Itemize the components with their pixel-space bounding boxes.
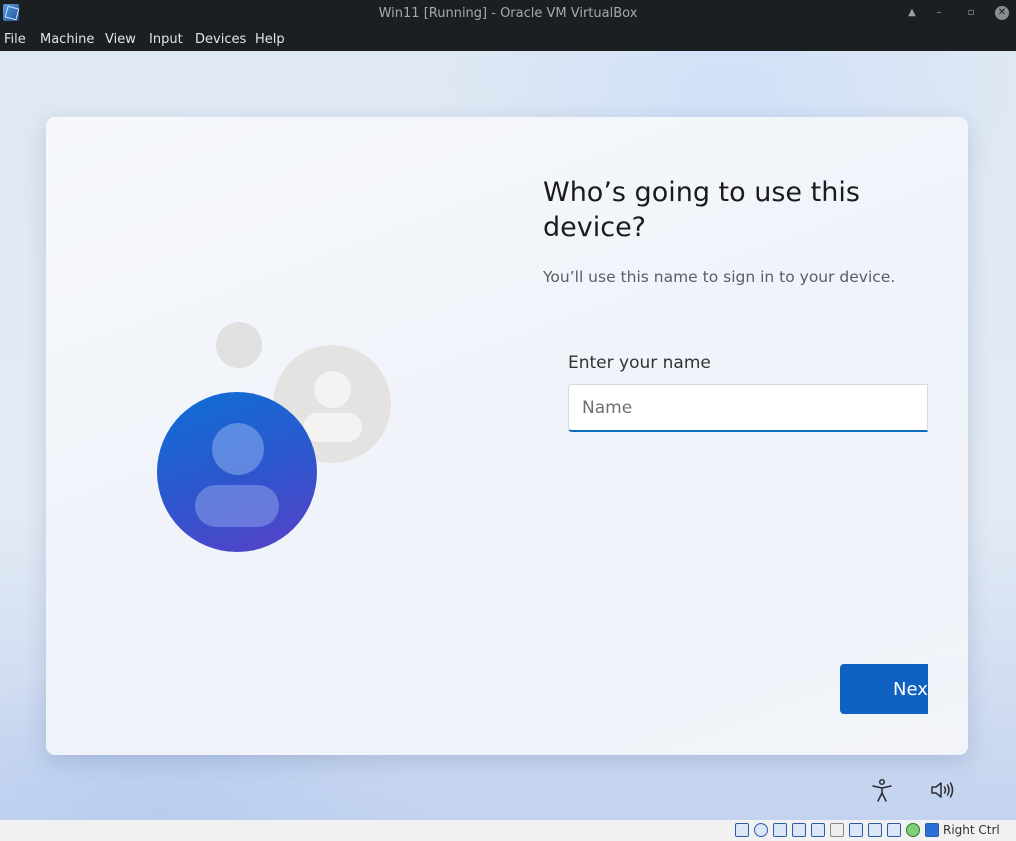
close-button[interactable]: ✕ [995,6,1009,20]
menu-input[interactable]: Input [149,32,183,47]
blue-avatar-icon [157,392,317,552]
name-field-label: Enter your name [568,353,711,373]
menu-bar: File Machine View Input Devices Help [0,27,1016,51]
eject-icon[interactable]: ▲ [904,5,920,21]
menu-machine[interactable]: Machine [40,32,94,47]
hard-disk-icon[interactable] [735,823,749,837]
network-icon[interactable] [792,823,806,837]
usb-icon[interactable] [811,823,825,837]
menu-view[interactable]: View [105,32,136,47]
window-title: Win11 [Running] - Oracle VM VirtualBox [378,6,638,21]
optical-drive-icon[interactable] [754,823,768,837]
display-icon[interactable] [849,823,863,837]
minimize-button[interactable]: – [931,5,947,21]
shared-folders-icon[interactable] [830,823,844,837]
page-title: Who’s going to use this device? [543,177,860,243]
name-input[interactable] [568,384,928,432]
guest-display[interactable]: Who’s going to use this device? You’ll u… [0,51,1016,820]
next-button[interactable]: Next [840,664,940,714]
vt-x-icon[interactable] [887,823,901,837]
restore-button[interactable]: ▫ [963,5,979,21]
guest-additions-icon[interactable] [906,823,920,837]
host-key-label: Right Ctrl [943,823,1000,837]
small-dot [216,322,262,368]
volume-icon[interactable] [928,776,956,804]
menu-help[interactable]: Help [255,32,285,47]
menu-file[interactable]: File [4,32,26,47]
video-capture-icon[interactable] [868,823,882,837]
mouse-integration-icon[interactable] [925,823,939,837]
page-subtitle: You’ll use this name to sign in to your … [543,268,896,286]
setup-card: Who’s going to use this device? You’ll u… [46,117,968,755]
users-illustration [156,322,396,557]
audio-icon[interactable] [773,823,787,837]
accessibility-icon[interactable] [868,776,896,804]
status-bar: Right Ctrl [0,820,1016,841]
menu-devices[interactable]: Devices [195,32,246,47]
title-bar: Win11 [Running] - Oracle VM VirtualBox ▲… [0,0,1016,27]
